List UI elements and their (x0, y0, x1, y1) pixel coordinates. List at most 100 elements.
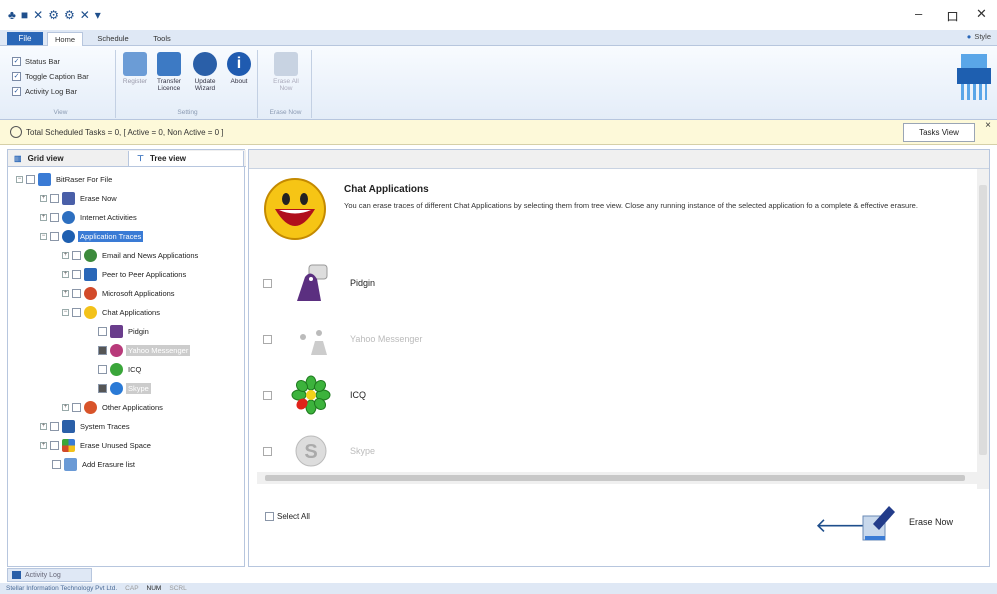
tree-checkbox[interactable] (50, 441, 59, 450)
tree-checkbox[interactable] (98, 384, 107, 393)
tree-label: Peer to Peer Applications (102, 270, 187, 279)
tab-home[interactable]: Home (47, 32, 83, 46)
tree-checkbox[interactable] (72, 251, 81, 260)
app-label: Pidgin (350, 278, 376, 288)
chat-applications-description: You can erase traces of different Chat A… (344, 201, 918, 210)
tree-item-internet-activities[interactable]: + Internet Activities (40, 210, 139, 225)
tab-tools[interactable]: Tools (148, 32, 176, 46)
tree-item-bitraser[interactable]: − BitRaser For File (16, 172, 114, 187)
erase-all-now-button[interactable]: Erase All Now (268, 52, 304, 92)
tree-checkbox[interactable] (98, 346, 107, 355)
horizontal-scrollbar[interactable] (257, 472, 982, 484)
erase-now-group-label: Erase Now (269, 109, 302, 116)
tree-checkbox[interactable] (52, 460, 61, 469)
tree-item-peer-to-peer[interactable]: + Peer to Peer Applications (62, 267, 188, 282)
tree-item-system-traces[interactable]: + System Traces (40, 419, 132, 434)
expand-icon[interactable]: + (40, 442, 47, 449)
tasks-view-button[interactable]: Tasks View (903, 123, 975, 142)
qat-save-icon[interactable]: ■ (21, 8, 28, 22)
app-checkbox[interactable] (263, 390, 272, 400)
select-all-label: Select All (277, 512, 310, 521)
close-button[interactable]: ✕ (976, 6, 987, 22)
select-all-box[interactable] (265, 512, 274, 521)
qat-close-icon[interactable]: ✕ (33, 8, 43, 22)
activity-log-bar-checkbox[interactable]: ✓ Activity Log Bar (12, 84, 89, 99)
register-button[interactable]: Register (120, 52, 150, 85)
transfer-licence-button[interactable]: Transfer Licence (152, 52, 186, 92)
tree-item-add-erasure-list[interactable]: Add Erasure list (52, 457, 137, 472)
select-all-checkbox[interactable]: Select All (265, 512, 310, 521)
toggle-caption-bar-checkbox[interactable]: ✓ Toggle Caption Bar (12, 69, 89, 84)
tree-item-skype[interactable]: Skype (98, 381, 151, 396)
qat-x-icon[interactable]: ✕ (80, 8, 90, 22)
app-row-icq[interactable]: ICQ (263, 375, 366, 415)
app-row-pidgin[interactable]: Pidgin (263, 263, 375, 303)
erase-now-button[interactable]: Erase Now (861, 500, 953, 544)
tree-checkbox[interactable] (72, 308, 81, 317)
qat-dropdown-icon[interactable]: ▾ (95, 8, 101, 22)
tree-label: Skype (126, 383, 151, 394)
tree-icon: ⊤ (137, 154, 144, 163)
maximize-button[interactable]: ロ (946, 6, 959, 25)
chat-applications-list: Chat Applications You can erase traces o… (249, 169, 989, 489)
activity-log-tab[interactable]: Activity Log (7, 568, 92, 582)
tree-item-application-traces[interactable]: − Application Traces (40, 229, 144, 244)
app-checkbox[interactable] (263, 334, 272, 344)
tree-item-erase-unused-space[interactable]: + Erase Unused Space (40, 438, 153, 453)
tree-checkbox[interactable] (98, 365, 107, 374)
tree-item-other-applications[interactable]: + Other Applications (62, 400, 165, 415)
tree-item-chat-applications[interactable]: − Chat Applications (62, 305, 162, 320)
tree-item-microsoft[interactable]: + Microsoft Applications (62, 286, 177, 301)
tree-checkbox[interactable] (26, 175, 35, 184)
horizontal-scroll-thumb[interactable] (265, 475, 965, 481)
tab-grid-view[interactable]: ▥ Grid view (14, 151, 124, 166)
expand-icon[interactable]: + (62, 252, 69, 259)
about-button[interactable]: i About (224, 52, 254, 85)
qat-gear-icon[interactable]: ⚙ (64, 8, 75, 22)
tree-label: System Traces (80, 422, 130, 431)
expand-icon[interactable]: + (62, 290, 69, 297)
disk-space-icon (62, 439, 75, 452)
tree-checkbox[interactable] (50, 213, 59, 222)
tab-tree-view[interactable]: ⊤ Tree view (128, 151, 244, 166)
expand-icon[interactable]: + (62, 404, 69, 411)
vertical-scrollbar[interactable] (977, 169, 989, 489)
qat-settings-icon[interactable]: ⚙ (48, 8, 59, 22)
tree-item-yahoo-messenger[interactable]: Yahoo Messenger (98, 343, 191, 358)
minimize-button[interactable]: – (915, 6, 922, 21)
status-bar-checkbox[interactable]: ✓ Status Bar (12, 54, 89, 69)
app-row-yahoo-messenger[interactable]: Yahoo Messenger (263, 319, 422, 359)
update-wizard-button[interactable]: Update Wizard (188, 52, 222, 92)
tree-checkbox[interactable] (72, 289, 81, 298)
tree-item-erase-now[interactable]: + Erase Now (40, 191, 119, 206)
infobar-close-button[interactable]: × (985, 120, 991, 131)
app-checkbox[interactable] (263, 446, 272, 456)
collapse-icon[interactable]: − (16, 176, 23, 183)
app-checkbox[interactable] (263, 278, 272, 288)
tree-item-email-news[interactable]: + Email and News Applications (62, 248, 200, 263)
tab-schedule[interactable]: Schedule (91, 32, 135, 46)
expand-icon[interactable]: + (40, 214, 47, 221)
tree-item-icq[interactable]: ICQ (98, 362, 143, 377)
tree-label: Pidgin (128, 327, 149, 336)
collapse-icon[interactable]: − (40, 233, 47, 240)
style-menu[interactable]: ● Style (967, 32, 991, 41)
vertical-scroll-thumb[interactable] (979, 185, 987, 455)
collapse-icon[interactable]: − (62, 309, 69, 316)
tree-view-label: Tree view (149, 154, 186, 163)
tree-item-pidgin[interactable]: Pidgin (98, 324, 151, 339)
yahoo-icon (110, 344, 123, 357)
tree-checkbox[interactable] (98, 327, 107, 336)
expand-icon[interactable]: + (40, 423, 47, 430)
tree-checkbox[interactable] (72, 403, 81, 412)
file-menu-button[interactable]: File (7, 32, 43, 45)
expand-icon[interactable]: + (62, 271, 69, 278)
tree-checkbox[interactable] (72, 270, 81, 279)
tree-checkbox[interactable] (50, 194, 59, 203)
app-label: ICQ (350, 390, 367, 400)
tree-checkbox[interactable] (50, 232, 59, 241)
expand-icon[interactable]: + (40, 195, 47, 202)
app-row-skype[interactable]: S Skype (263, 431, 375, 471)
tree-checkbox[interactable] (50, 422, 59, 431)
erase-now-label: Erase Now (909, 517, 954, 527)
